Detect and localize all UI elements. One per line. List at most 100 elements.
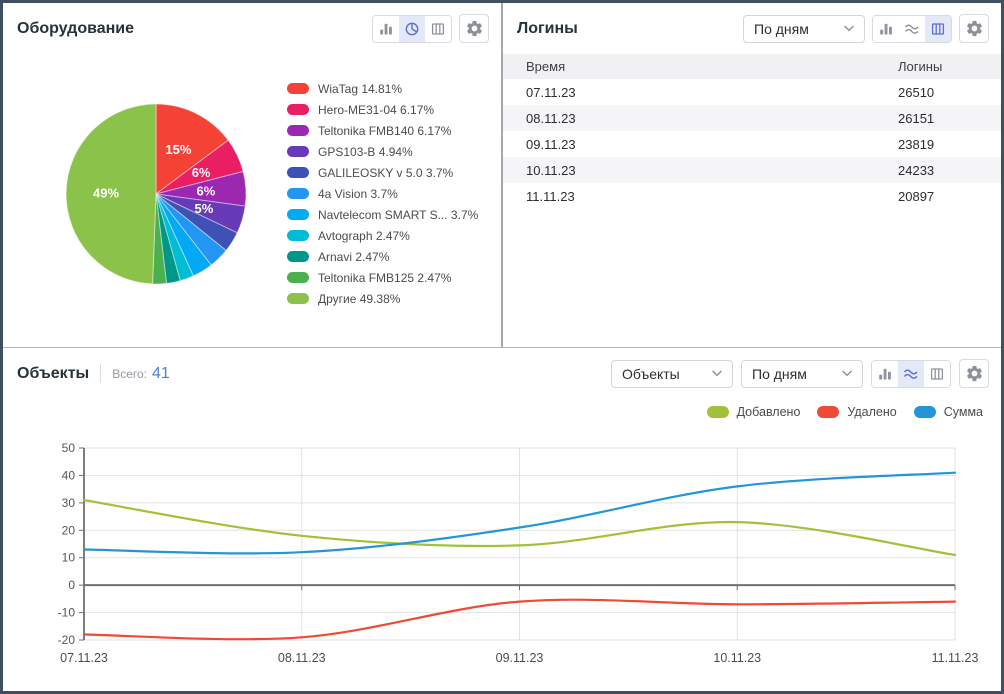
legend-swatch: [287, 230, 309, 241]
logins-table-row: 08.11.23 26151: [503, 105, 1001, 131]
objects-total-value: 41: [152, 364, 170, 382]
bar-chart-view-button[interactable]: [872, 360, 898, 387]
objects-controls: Объекты По дням: [611, 359, 989, 388]
x-tick-label: 07.11.23: [60, 651, 108, 665]
legend-item[interactable]: Teltonika FMB140 6.17%: [287, 120, 478, 141]
legend-label: Teltonika FMB140 6.17%: [318, 123, 452, 138]
y-tick-label: 30: [62, 496, 76, 510]
legend-item[interactable]: Arnavi 2.47%: [287, 246, 478, 267]
y-tick-label: -20: [58, 633, 76, 647]
logins-table-row: 10.11.23 24233: [503, 157, 1001, 183]
pie-slice-label: 49%: [93, 186, 119, 201]
logins-table-header-time: Время: [503, 54, 875, 79]
objects-type-select[interactable]: Объекты: [611, 359, 733, 388]
panel-equipment: Оборудование 15% 6% 6% 5% 49% WiaTag 14.81% H…: [3, 3, 503, 347]
legend-item[interactable]: Avtograph 2.47%: [287, 225, 478, 246]
top-row: Оборудование 15% 6% 6% 5% 49% WiaTag 14.81% H…: [3, 3, 1001, 348]
y-tick-label: 50: [62, 441, 76, 455]
objects-header: Объекты Всего: 41 Объекты По дням: [3, 348, 1001, 396]
legend-item[interactable]: Teltonika FMB125 2.47%: [287, 267, 478, 288]
equipment-view-switcher: [372, 14, 452, 43]
logins-table-row: 09.11.23 23819: [503, 131, 1001, 157]
legend-item[interactable]: WiaTag 14.81%: [287, 78, 478, 99]
legend-item[interactable]: Другие 49.38%: [287, 288, 478, 309]
equipment-settings-button[interactable]: [459, 14, 489, 43]
legend-label: WiaTag 14.81%: [318, 81, 403, 96]
legend-item[interactable]: Сумма: [913, 405, 983, 419]
pie-slice-label: 6%: [197, 184, 216, 199]
legend-swatch: [287, 251, 309, 262]
logins-table-cell-time: 11.11.23: [526, 188, 575, 204]
title-divider: [100, 364, 102, 383]
logins-period-select[interactable]: По дням: [743, 14, 865, 43]
logins-table-cell-time: 10.11.23: [526, 162, 576, 178]
legend-swatch: [287, 188, 309, 199]
gear-icon: [965, 364, 984, 383]
legend-item[interactable]: 4a Vision 3.7%: [287, 183, 478, 204]
logins-table-header-row: Время Логины: [503, 54, 1001, 79]
logins-table-cell-logins: 23819: [898, 136, 935, 152]
legend-swatch: [287, 125, 309, 136]
panel-logins: Логины По дням Время Логины 07.11.23 265…: [503, 3, 1001, 347]
legend-swatch: [287, 293, 309, 304]
legend-swatch: [287, 146, 309, 157]
objects-view-switcher: [871, 359, 951, 388]
equipment-header: Оборудование: [3, 3, 501, 51]
logins-table-cell-time: 07.11.23: [526, 84, 576, 100]
legend-item[interactable]: GPS103-B 4.94%: [287, 141, 478, 162]
objects-period-select-value: По дням: [752, 365, 807, 382]
legend-swatch: [287, 104, 309, 115]
bar-chart-view-button[interactable]: [373, 15, 399, 42]
legend-label: Avtograph 2.47%: [318, 228, 410, 243]
bar-chart-icon: [877, 366, 893, 382]
legend-label: Navtelecom SMART S... 3.7%: [318, 207, 479, 222]
legend-label: GPS103-B 4.94%: [318, 144, 413, 159]
equipment-panel-title: Оборудование: [17, 19, 135, 37]
logins-table-header-logins: Логины: [875, 54, 1001, 79]
table-view-button[interactable]: [924, 360, 950, 387]
objects-total-label: Всего:: [112, 366, 147, 381]
table-view-button[interactable]: [425, 15, 451, 42]
objects-panel-title: Объекты: [17, 364, 90, 382]
logins-header: Логины По дням: [503, 3, 1001, 51]
objects-period-select[interactable]: По дням: [741, 359, 863, 388]
x-tick-label: 08.11.23: [278, 651, 326, 665]
legend-item[interactable]: Hero-ME31-04 6.17%: [287, 99, 478, 120]
y-tick-label: 20: [62, 523, 76, 537]
line-chart-view-button[interactable]: [898, 360, 924, 387]
x-tick-label: 09.11.23: [496, 651, 544, 665]
equipment-pie-chart: 15%6%6%5%49%: [65, 103, 247, 285]
y-tick-label: 10: [62, 551, 76, 565]
line-chart-view-button[interactable]: [899, 15, 925, 42]
legend-item[interactable]: Удалено: [817, 405, 897, 419]
bar-chart-icon: [378, 21, 394, 37]
bar-chart-view-button[interactable]: [873, 15, 899, 42]
objects-line-chart: 50 40 30 20 10 0 -10 -20 07.11.23 08.11.23 09.11.2…: [58, 441, 979, 665]
y-tick-label: 0: [68, 578, 75, 592]
legend-item[interactable]: GALILEOSKY v 5.0 3.7%: [287, 162, 478, 183]
table-icon: [930, 21, 946, 37]
panel-objects: Объекты Всего: 41 Объекты По дням Добавл…: [3, 348, 1001, 690]
gear-icon: [965, 19, 984, 38]
objects-settings-button[interactable]: [959, 359, 989, 388]
legend-label: Добавлено: [736, 405, 801, 419]
legend-swatch: [287, 167, 309, 178]
x-tick-label: 10.11.23: [713, 651, 761, 665]
x-tick-label: 11.11.23: [932, 651, 979, 665]
bar-chart-icon: [878, 21, 894, 37]
legend-label: Teltonika FMB125 2.47%: [318, 270, 452, 285]
chevron-down-icon: [844, 25, 854, 32]
objects-type-select-value: Объекты: [622, 365, 680, 382]
table-view-button[interactable]: [925, 15, 951, 42]
logins-settings-button[interactable]: [959, 14, 989, 43]
pie-chart-view-button[interactable]: [399, 15, 425, 42]
reports-dashboard: Оборудование 15% 6% 6% 5% 49% WiaTag 14.81% H…: [0, 0, 1004, 694]
logins-panel-title: Логины: [517, 19, 578, 37]
legend-label: GALILEOSKY v 5.0 3.7%: [318, 165, 454, 180]
logins-table: Время Логины 07.11.23 26510 08.11.23 26151 0…: [503, 54, 1001, 209]
legend-item[interactable]: Добавлено: [706, 405, 801, 419]
legend-swatch: [706, 406, 729, 418]
legend-item[interactable]: Navtelecom SMART S... 3.7%: [287, 204, 478, 225]
legend-swatch: [817, 406, 840, 418]
y-tick-label: 40: [62, 468, 76, 482]
